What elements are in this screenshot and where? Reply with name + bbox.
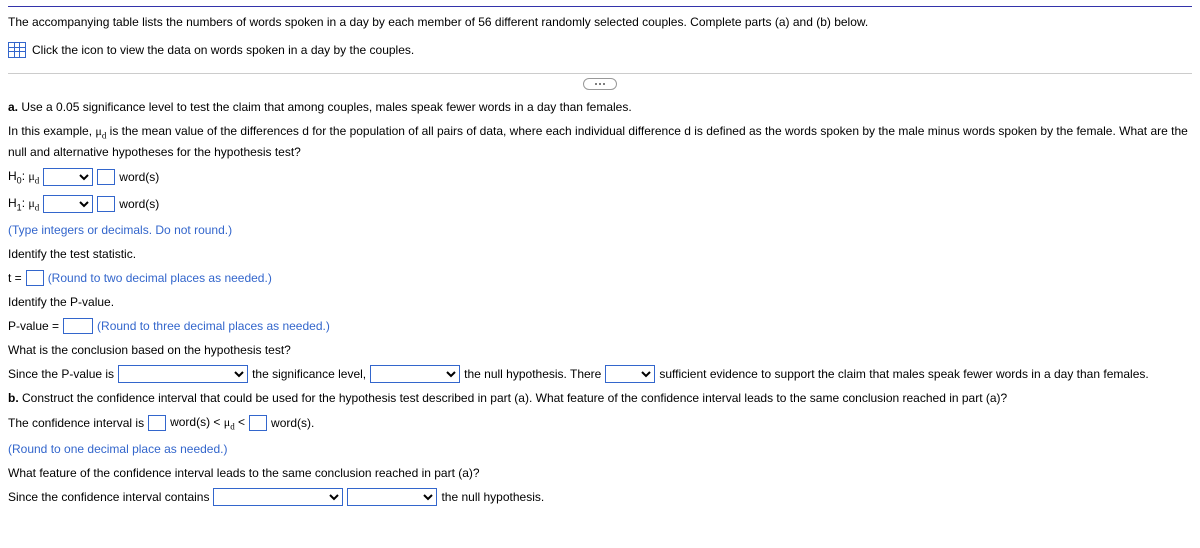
h0-label: H0: μd bbox=[8, 167, 39, 188]
conc-s2: the significance level, bbox=[252, 365, 366, 383]
feature-question: What feature of the confidence interval … bbox=[8, 464, 1192, 482]
ci-lower-input[interactable] bbox=[148, 415, 166, 431]
h1-relation-select[interactable] bbox=[43, 195, 93, 213]
explain-pre: In this example, bbox=[8, 124, 95, 138]
conc-s3: the null hypothesis. There bbox=[464, 365, 601, 383]
t-label: t = bbox=[8, 269, 22, 287]
data-link-text[interactable]: Click the icon to view the data on words… bbox=[32, 41, 414, 59]
ci-reject-select[interactable] bbox=[347, 488, 437, 506]
ci-units1: word(s) < μd < bbox=[170, 413, 245, 434]
feat-pre: Since the confidence interval contains bbox=[8, 488, 209, 506]
part-a-prompt: Use a 0.05 significance level to test th… bbox=[18, 100, 632, 114]
pvalue-compare-select[interactable] bbox=[118, 365, 248, 383]
t-value-input[interactable] bbox=[26, 270, 44, 286]
part-b-prompt: Construct the confidence interval that c… bbox=[19, 391, 1008, 405]
ci-upper-input[interactable] bbox=[249, 415, 267, 431]
sufficient-select[interactable] bbox=[605, 365, 655, 383]
part-a-label: a. bbox=[8, 100, 18, 114]
identify-p: Identify the P-value. bbox=[8, 293, 1192, 311]
ci-contains-select[interactable] bbox=[213, 488, 343, 506]
mu-d-symbol: μd bbox=[95, 124, 106, 138]
ci-units3: word(s). bbox=[271, 414, 314, 432]
ellipsis-button[interactable] bbox=[583, 78, 617, 90]
explain-post: is the mean value of the differences d f… bbox=[8, 124, 1188, 159]
conc-s1: Since the P-value is bbox=[8, 365, 114, 383]
h0-value-input[interactable] bbox=[97, 169, 115, 185]
reject-select[interactable] bbox=[370, 365, 460, 383]
type-hint: (Type integers or decimals. Do not round… bbox=[8, 221, 1192, 239]
feat-post: the null hypothesis. bbox=[441, 488, 544, 506]
h0-units: word(s) bbox=[119, 168, 159, 186]
p-value-input[interactable] bbox=[63, 318, 93, 334]
intro-text: The accompanying table lists the numbers… bbox=[8, 13, 1192, 31]
h1-label: H1: μd bbox=[8, 194, 39, 215]
t-hint: (Round to two decimal places as needed.) bbox=[48, 269, 272, 287]
h0-relation-select[interactable] bbox=[43, 168, 93, 186]
p-label: P-value = bbox=[8, 317, 59, 335]
h1-value-input[interactable] bbox=[97, 196, 115, 212]
ci-hint: (Round to one decimal place as needed.) bbox=[8, 440, 1192, 458]
part-b-label: b. bbox=[8, 391, 19, 405]
h1-units: word(s) bbox=[119, 195, 159, 213]
identify-stat: Identify the test statistic. bbox=[8, 245, 1192, 263]
conc-s4: sufficient evidence to support the claim… bbox=[659, 365, 1148, 383]
p-hint: (Round to three decimal places as needed… bbox=[97, 317, 330, 335]
ci-pre: The confidence interval is bbox=[8, 414, 144, 432]
table-icon[interactable] bbox=[8, 42, 26, 58]
conclusion-question: What is the conclusion based on the hypo… bbox=[8, 341, 1192, 359]
